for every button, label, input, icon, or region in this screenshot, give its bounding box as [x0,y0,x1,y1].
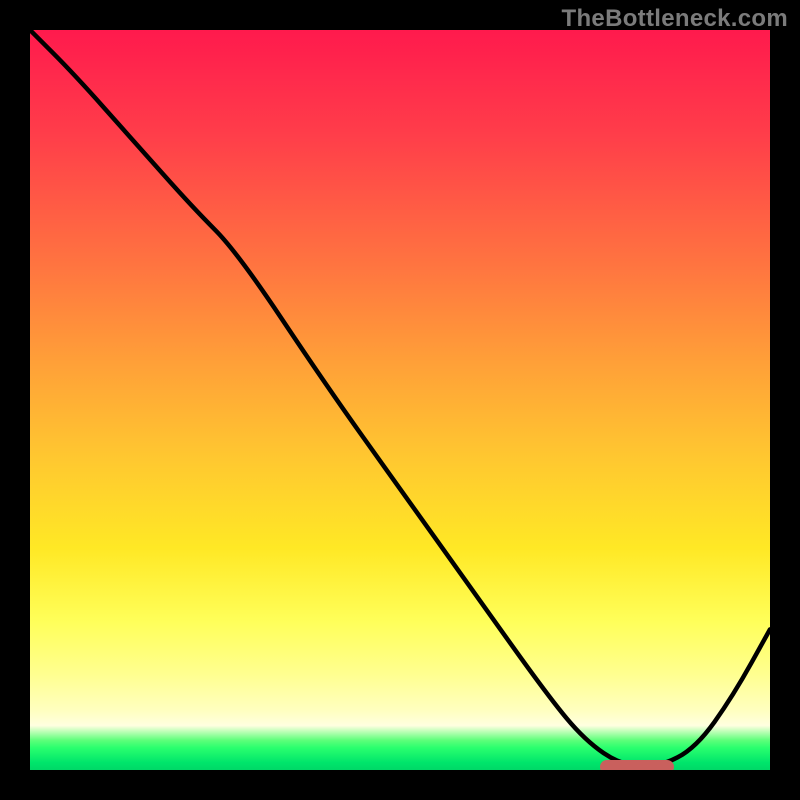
curve-path [30,30,770,766]
watermark-text: TheBottleneck.com [562,5,788,33]
optimal-range-marker [600,760,674,770]
plot-area [30,30,770,770]
bottleneck-curve [30,30,770,770]
chart-frame: TheBottleneck.com [0,0,800,800]
